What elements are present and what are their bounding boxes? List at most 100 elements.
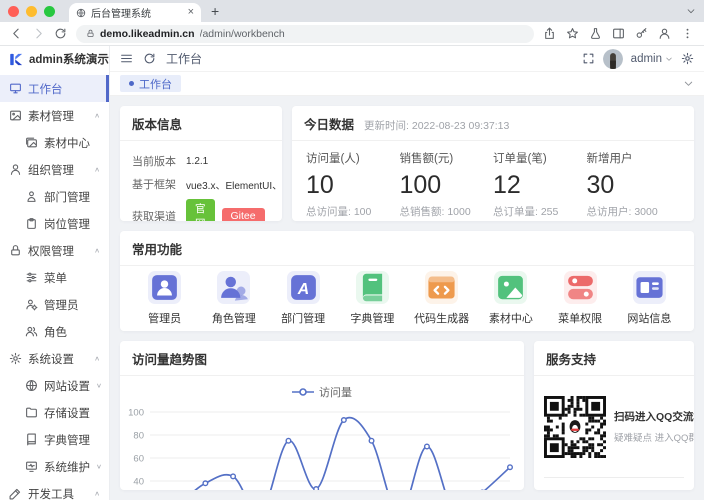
chevron-down-icon: ∨ [96,462,102,471]
gear-icon [9,352,22,365]
logo-row[interactable]: admin系统演示 [0,46,109,72]
address-bar[interactable]: demo.likeadmin.cn /admin/workbench [76,24,534,43]
logo-text: admin系统演示 [29,54,109,66]
visits-trend-card: 访问量趋势图 访问量 100 80 60 40 [120,341,524,490]
service-card-title: 服务支持 [534,341,694,376]
sidebar-item-auth-mgmt[interactable]: 权限管理 ∧ [0,237,109,264]
quick-function-dept-mgmt[interactable]: A 部门管理 [269,271,338,326]
avatar[interactable] [602,48,623,69]
reload-icon[interactable] [54,27,67,40]
official-site-button[interactable]: 官网 [186,199,215,221]
codegen-icon [425,271,458,304]
roles-outline-icon [25,325,38,338]
menu-auth-icon [564,271,597,304]
sidebar-item-storage-settings[interactable]: 存储设置 [0,399,109,426]
quick-function-role-mgmt[interactable]: 角色管理 [199,271,268,326]
tab-workbench[interactable]: 工作台 [120,75,181,92]
sidebar-item-system-maintain[interactable]: 系统维护 ∨ [0,453,109,480]
stat-new-users: 新增用户 30 总访用户: 3000 [586,153,658,218]
new-tab-button[interactable]: + [211,4,219,18]
close-icon[interactable]: × [188,7,194,18]
browser-profile-icon[interactable] [658,27,671,40]
quick-function-menu-auth[interactable]: 菜单权限 [546,271,615,326]
browser-toolbar: demo.likeadmin.cn /admin/workbench [0,22,704,46]
share-icon[interactable] [543,27,556,40]
svg-text:60: 60 [133,454,144,465]
zoom-window-button[interactable] [44,5,55,17]
quick-function-website-info[interactable]: 网站信息 [615,271,684,326]
forward-arrow-icon[interactable] [32,27,45,40]
minimize-window-button[interactable] [26,5,37,17]
svg-text:100: 100 [128,408,144,419]
channel-label: 获取渠道 [132,211,176,221]
chart-legend[interactable]: 访问量 [120,376,524,400]
refresh-page-icon[interactable] [143,52,156,65]
stat-visits: 访问量(人) 10 总访问量: 100 [306,153,372,218]
chevron-up-icon: ∧ [94,165,100,174]
tabs-more-chevron-icon[interactable] [683,78,694,89]
quick-function-material-center[interactable]: 素材中心 [476,271,545,326]
sidebar-item-admin[interactable]: 管理员 [0,291,109,318]
sidebar-item-post-mgmt[interactable]: 岗位管理 [0,210,109,237]
sidebar-item-dev-tools[interactable]: 开发工具 ∧ [0,480,109,500]
sidebar-item-org-mgmt[interactable]: 组织管理 ∧ [0,156,109,183]
today-card-title: 今日数据 [304,118,355,132]
framework-value: vue3.x、ElementUI、MySQL [186,180,282,192]
user-dropdown[interactable]: admin [631,53,673,65]
sidebar-item-role[interactable]: 角色 [0,318,109,345]
department-icon: A [287,271,320,304]
qr-subtitle: 疑难疑点 进入QQ群 [614,433,694,444]
active-tab-dot [129,81,134,86]
settings-gear-icon[interactable] [681,52,694,65]
main: 工作台 admin 工作台 版本信息 当前版本 1.2.1 基于框架 vue3.… [110,46,704,500]
today-data-card: 今日数据 更新时间: 2022-08-23 09:37:13 访问量(人) 10… [292,106,694,221]
material-icon [494,271,527,304]
app: admin系统演示 工作台 素材管理 ∧ 素材中心 组织管理 ∧ 部门管理 岗位… [0,46,704,500]
qq-group-qrcode [544,395,606,458]
stat-sales: 销售额(元) 100 总销售额: 1000 [399,153,471,218]
content: 版本信息 当前版本 1.2.1 基于框架 vue3.x、ElementUI、My… [110,96,704,500]
window-controls [8,0,55,22]
chevron-up-icon: ∧ [94,354,100,363]
divider [544,477,684,478]
dictionary-icon [356,271,389,304]
breadcrumb[interactable]: 工作台 [166,50,202,67]
quick-function-code-generator[interactable]: 代码生成器 [407,271,476,326]
gitee-button[interactable]: Gitee [221,208,265,221]
sidebar-menu: 工作台 素材管理 ∧ 素材中心 组织管理 ∧ 部门管理 岗位管理 权限管理 ∧ … [0,72,109,500]
back-arrow-icon[interactable] [10,27,23,40]
sidebar-item-system-settings[interactable]: 系统设置 ∧ [0,345,109,372]
sidebar-item-menu[interactable]: 菜单 [0,264,109,291]
sidebar-item-material-center[interactable]: 素材中心 [0,129,109,156]
version-card-body: 当前版本 1.2.1 基于框架 vue3.x、ElementUI、MySQL 获… [120,141,282,221]
side-panel-icon[interactable] [612,27,625,40]
sidebar-item-workbench[interactable]: 工作台 [0,75,109,102]
browser-menu-icon[interactable] [681,27,694,40]
sidebar-item-dept-mgmt[interactable]: 部门管理 [0,183,109,210]
sidebar-item-dict-mgmt[interactable]: 字典管理 [0,426,109,453]
tab-search-chevron-icon[interactable] [686,6,696,16]
qr-title: 扫码进入QQ交流群 [614,411,694,423]
sidebar-item-material-mgmt[interactable]: 素材管理 ∧ [0,102,109,129]
quick-function-dict-mgmt[interactable]: 字典管理 [338,271,407,326]
quick-function-admin[interactable]: 管理员 [130,271,199,326]
legend-marker-icon [292,388,314,396]
bookmark-star-icon[interactable] [566,27,579,40]
website-icon [633,271,666,304]
collapse-menu-icon[interactable] [120,52,133,65]
close-window-button[interactable] [8,5,19,17]
functions-card-title: 常用功能 [120,231,694,266]
monitor-pulse-icon [25,460,38,473]
url-host: demo.likeadmin.cn [100,27,195,40]
roles-icon [217,271,250,304]
browser-tab[interactable]: 后台管理系统 × [69,3,201,22]
images-icon [25,136,38,149]
page-tabs-bar: 工作台 [110,72,704,96]
common-functions-card: 常用功能 管理员 角色管理 A 部门管理 字典管理 代码生成器 素材中心 菜单权… [120,231,694,331]
today-stats: 访问量(人) 10 总访问量: 100 销售额(元) 100 总销售额: 100… [292,141,694,221]
fullscreen-icon[interactable] [582,52,595,65]
password-key-icon[interactable] [635,27,648,40]
sidebar-item-website-settings[interactable]: 网站设置 ∨ [0,372,109,399]
extension-flask-icon[interactable] [589,27,602,40]
globe-icon [25,379,38,392]
